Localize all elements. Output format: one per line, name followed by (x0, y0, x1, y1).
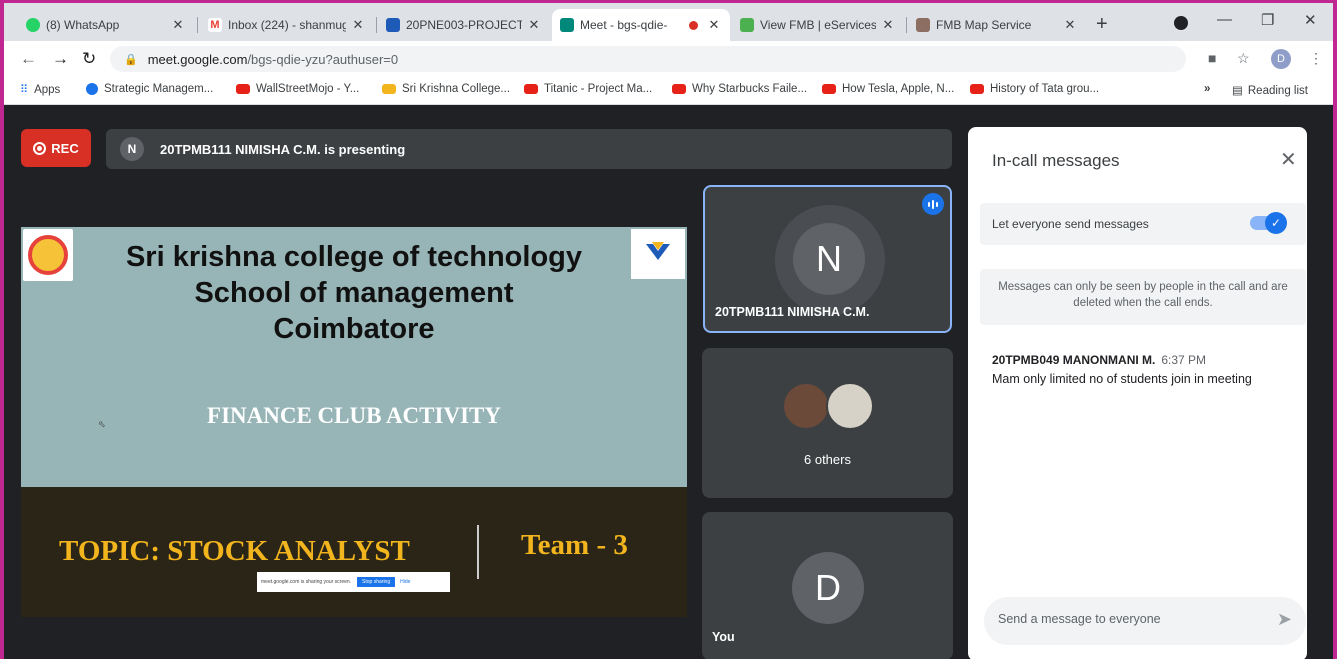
browser-toolbar: ← → ↻ 🔒 meet.google.com/bgs-qdie-yzu?aut… (4, 41, 1333, 77)
reading-list-icon: ▤ (1232, 85, 1243, 97)
classroom-icon (386, 18, 400, 32)
browser-window: (8) WhatsApp ✕ M Inbox (224) - shanmug ✕… (4, 3, 1333, 659)
bookmark-tesla[interactable]: How Tesla, Apple, N... (822, 83, 954, 95)
avatar: N (793, 223, 865, 295)
reload-button[interactable]: ↻ (82, 49, 96, 69)
meet-icon (560, 18, 574, 32)
bookmarks-more-button[interactable]: » (1204, 83, 1210, 95)
chat-title: In-call messages (992, 151, 1120, 170)
eservices-icon (740, 18, 754, 32)
youtube-icon (970, 84, 984, 94)
check-icon: ✓ (1265, 212, 1287, 234)
slide-activity-title: FINANCE CLUB ACTIVITY (207, 403, 501, 428)
slide-header-area: Sri krishna college of technology School… (21, 227, 687, 487)
forward-button[interactable]: → (52, 49, 69, 69)
restore-button[interactable]: ❐ (1261, 11, 1274, 29)
hide-button[interactable]: Hide (400, 579, 410, 585)
message-sender: 20TPMB049 MANONMANI M. 6:37 PM (992, 353, 1207, 367)
participant-tile-others[interactable]: 6 others (702, 348, 953, 498)
message-compose: ➤ (984, 597, 1306, 645)
presenting-banner: N 20TPMB111 NIMISHA C.M. is presenting (106, 129, 952, 169)
avatar (826, 382, 874, 430)
presenting-text: 20TPMB111 NIMISHA C.M. is presenting (160, 141, 406, 157)
tab-whatsapp[interactable]: (8) WhatsApp ✕ (18, 9, 194, 41)
record-icon (33, 141, 47, 155)
tab-classroom[interactable]: 20PNE003-PROJECT A ✕ (378, 9, 550, 41)
slide-title-2: School of management (194, 277, 514, 309)
youtube-icon (524, 84, 538, 94)
youtube-icon (672, 84, 686, 94)
bookmark-strategic[interactable]: Strategic Managem... (86, 83, 213, 95)
whatsapp-icon (26, 18, 40, 32)
speaking-indicator-icon (922, 193, 944, 215)
menu-icon[interactable]: ⋮ (1309, 50, 1323, 67)
participant-tile-self[interactable]: D You (702, 512, 953, 659)
chat-panel: In-call messages ✕ Let everyone send mes… (968, 127, 1307, 659)
minimize-button[interactable]: — (1217, 11, 1232, 28)
close-icon[interactable]: ✕ (880, 17, 896, 33)
recording-dot-icon (689, 20, 698, 30)
participant-name: You (712, 630, 735, 644)
participant-name: 20TPMB111 NIMISHA C.M. (715, 305, 870, 319)
back-button[interactable]: ← (20, 49, 37, 69)
close-icon[interactable]: ✕ (350, 17, 366, 33)
apps-grid-icon: ⠿ (20, 84, 29, 96)
recording-badge: REC (21, 129, 91, 167)
bookmark-starbucks[interactable]: Why Starbucks Faile... (672, 83, 807, 95)
globe-icon (86, 83, 98, 95)
shared-screen: Sri krishna college of technology School… (21, 227, 687, 617)
slide-team: Team - 3 (521, 529, 628, 561)
tab-eservices[interactable]: View FMB | eServices ✕ (732, 9, 904, 41)
close-icon[interactable]: ✕ (706, 17, 722, 33)
screen-share-bar: meet.google.com is sharing your screen. … (257, 572, 450, 592)
bookmark-star-icon[interactable]: ☆ (1237, 50, 1250, 67)
new-tab-button[interactable]: + (1096, 13, 1108, 36)
stop-sharing-button[interactable]: Stop sharing (357, 577, 396, 587)
youtube-icon (822, 84, 836, 94)
bookmark-apps[interactable]: ⠿ Apps (20, 83, 60, 97)
chat-notice: Messages can only be seen by people in t… (980, 269, 1306, 325)
lock-icon: 🔒 (124, 53, 138, 66)
close-icon[interactable]: ✕ (1062, 17, 1078, 33)
message-text: Mam only limited no of students join in … (992, 372, 1252, 386)
send-icon[interactable]: ➤ (1277, 609, 1292, 630)
tab-gmail[interactable]: M Inbox (224) - shanmug ✕ (200, 9, 374, 41)
slide-topic: TOPIC: STOCK ANALYST (59, 535, 410, 567)
camera-icon[interactable]: ■ (1208, 50, 1216, 66)
bookmark-sri-krishna[interactable]: Sri Krishna College... (382, 83, 510, 95)
close-icon[interactable]: ✕ (1280, 147, 1297, 172)
bookmark-wallstreetmojo[interactable]: WallStreetMojo - Y... (236, 83, 359, 95)
address-bar[interactable]: 🔒 meet.google.com/bgs-qdie-yzu?authuser=… (110, 46, 1186, 72)
bookmark-titanic[interactable]: Titanic - Project Ma... (524, 83, 652, 95)
profile-indicator-icon[interactable] (1174, 16, 1188, 30)
avatar: D (792, 552, 864, 624)
participant-tile-presenter[interactable]: N 20TPMB111 NIMISHA C.M. (703, 185, 952, 333)
close-icon[interactable]: ✕ (170, 17, 186, 33)
presenter-avatar: N (120, 137, 144, 161)
meet-stage: REC N 20TPMB111 NIMISHA C.M. is presenti… (4, 105, 1333, 659)
slide-divider (477, 525, 479, 579)
profile-avatar[interactable]: D (1271, 49, 1291, 69)
reading-list-button[interactable]: ▤ Reading list (1232, 83, 1308, 97)
message-input[interactable] (998, 612, 1248, 626)
allow-messages-toggle[interactable]: ✓ (1250, 212, 1287, 234)
message-time: 6:37 PM (1161, 353, 1207, 367)
map-service-icon (916, 18, 930, 32)
tab-meet[interactable]: Meet - bgs-qdie- ✕ (552, 9, 730, 41)
allow-messages-row: Let everyone send messages ✓ (980, 203, 1306, 245)
close-window-button[interactable]: ✕ (1304, 11, 1317, 29)
youtube-icon (236, 84, 250, 94)
others-count: 6 others (804, 452, 851, 467)
avatar (782, 382, 830, 430)
tab-strip: (8) WhatsApp ✕ M Inbox (224) - shanmug ✕… (4, 3, 1333, 41)
college-icon (382, 84, 396, 94)
close-icon[interactable]: ✕ (526, 17, 542, 33)
slide-title-1: Sri krishna college of technology (125, 241, 583, 273)
gmail-icon: M (208, 18, 222, 32)
bookmarks-bar: ⠿ Apps Strategic Managem... WallStreetMoj… (4, 77, 1333, 105)
bookmark-tata[interactable]: History of Tata grou... (970, 83, 1099, 95)
tab-fmb-map[interactable]: FMB Map Service ✕ (908, 9, 1086, 41)
slide-footer-area: TOPIC: STOCK ANALYST Team - 3 meet.googl… (21, 487, 687, 617)
slide-title-3: Coimbatore (273, 313, 435, 345)
